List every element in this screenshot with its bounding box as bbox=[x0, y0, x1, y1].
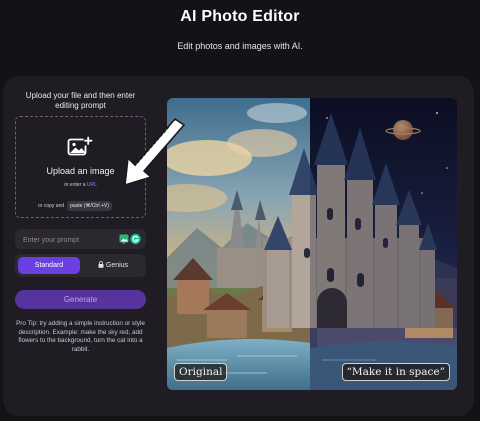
pro-tip: Pro Tip: try adding a simple instruction… bbox=[16, 320, 145, 353]
before-after-preview: Original “Make it in space” bbox=[167, 98, 457, 390]
generate-button[interactable]: Generate bbox=[15, 290, 146, 309]
mode-toggle: Standard Genius bbox=[15, 254, 146, 277]
prompt-field[interactable] bbox=[15, 229, 146, 249]
paste-line: or copy and paste (⌘/Ctrl +V) bbox=[38, 201, 112, 211]
original-caption: Original bbox=[174, 363, 228, 381]
mode-standard-button[interactable]: Standard bbox=[18, 257, 80, 274]
mode-genius-button[interactable]: Genius bbox=[83, 257, 143, 274]
lock-icon bbox=[98, 261, 104, 268]
preview-artwork bbox=[167, 98, 457, 390]
edited-prompt-caption: “Make it in space” bbox=[341, 363, 450, 381]
or-copy-text: or copy and bbox=[38, 203, 65, 209]
page-title: AI Photo Editor bbox=[180, 8, 300, 25]
mode-genius-label: Genius bbox=[105, 262, 129, 269]
prompt-helper-icons[interactable] bbox=[119, 233, 141, 245]
image-plus-icon bbox=[67, 136, 93, 156]
page-subtitle: Edit photos and images with AI. bbox=[177, 41, 303, 51]
upload-heading: Upload your file and then enter editing … bbox=[25, 91, 136, 110]
pointer-arrow-icon bbox=[124, 118, 185, 186]
url-link[interactable]: URL bbox=[87, 182, 97, 188]
image-pin-icon[interactable] bbox=[119, 234, 129, 245]
prompt-input[interactable] bbox=[21, 232, 120, 248]
paste-shortcut-badge: paste (⌘/Ctrl +V) bbox=[67, 201, 112, 211]
or-enter-text: or enter a bbox=[64, 182, 86, 188]
grammarly-icon[interactable] bbox=[130, 233, 141, 245]
